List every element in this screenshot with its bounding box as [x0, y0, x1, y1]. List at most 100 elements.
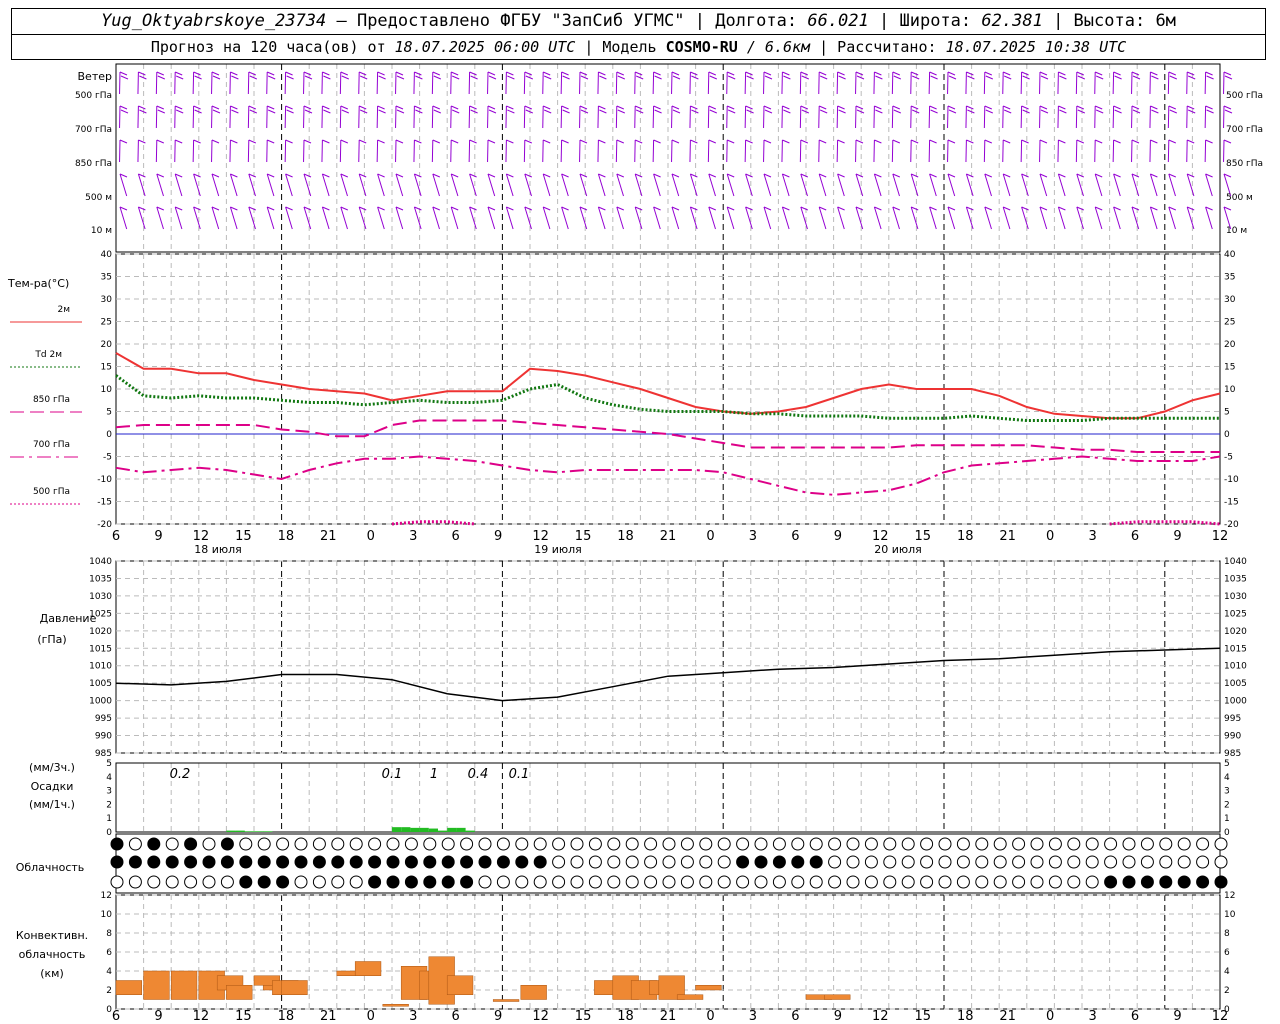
wind-barb-staff: [1039, 173, 1048, 197]
cloud-fill: [405, 856, 418, 868]
wind-barb-flag: [451, 139, 459, 144]
cloud-circle: [828, 837, 842, 851]
time-axis-label: 18: [957, 529, 974, 544]
wind-barb: [413, 71, 423, 95]
wind-barb: [1094, 173, 1103, 197]
cloud-circle: [956, 875, 970, 889]
wind-barb: [321, 139, 330, 163]
cloud-cover-symbol: [864, 875, 878, 889]
cloud-cover-symbol: [864, 855, 878, 869]
cloud-circle: [202, 875, 216, 889]
cloud-circle: [1214, 855, 1228, 869]
cloud-cover-symbol: [478, 855, 492, 869]
wind-barb: [468, 105, 478, 129]
time-axis-label-bottom: 15: [575, 1009, 592, 1024]
wind-barb: [1039, 173, 1048, 197]
precip-ytick: 0: [106, 828, 112, 838]
wind-barb-flag: [838, 75, 846, 80]
cloud-cover-symbol: [717, 855, 731, 869]
wind-barb-flag: [248, 139, 256, 144]
cloud-circle: [552, 837, 566, 851]
cloud-cover-symbol: [515, 837, 529, 851]
cloud-cover-symbol: [1104, 855, 1118, 869]
wind-barb-staff: [1113, 206, 1121, 230]
wind-barb: [505, 173, 514, 197]
cloud-circle: [975, 875, 989, 889]
wind-barb: [376, 139, 385, 163]
wind-barb: [211, 139, 220, 163]
time-axis-label: 6: [1131, 529, 1139, 544]
wind-barb: [891, 139, 900, 163]
time-axis-label-bottom: 6: [791, 1009, 799, 1024]
wind-barb-flag: [819, 71, 827, 76]
cloud-circle: [607, 875, 621, 889]
wind-barb-flag: [432, 139, 440, 144]
cloud-cover-symbol: [938, 875, 952, 889]
wind-barb-flag: [911, 139, 919, 144]
wind-barb-staff: [616, 173, 624, 197]
time-axis-label-bottom: 21: [660, 1009, 677, 1024]
precip-bar: [438, 830, 448, 832]
cloud-cover-symbol: [1048, 837, 1062, 851]
wind-barb: [266, 206, 275, 230]
wind-barb: [745, 206, 753, 230]
wind-barb-flag: [359, 105, 367, 110]
cloud-cover-symbol: [386, 855, 400, 869]
wind-barb: [248, 206, 256, 230]
pres-ytick-right: 1035: [1224, 574, 1247, 584]
wind-barb-flag: [268, 109, 276, 114]
wind-barb-flag: [120, 109, 129, 114]
wind-barb-flag: [285, 71, 293, 76]
cloud-circle: [883, 875, 897, 889]
pres-ytick: 1010: [89, 662, 112, 672]
wind-barb: [1131, 139, 1140, 163]
wind-barb: [1021, 206, 1029, 230]
wind-barb: [965, 206, 974, 230]
cloud-circle: [1122, 855, 1136, 869]
cloud-circle: [938, 855, 952, 869]
cloud-cover-symbol: [1030, 837, 1044, 851]
pres-ytick-right: 985: [1224, 749, 1241, 759]
cloud-cover-symbol: [312, 875, 326, 889]
time-axis-label: 0: [706, 529, 714, 544]
wind-barb: [891, 105, 901, 129]
wind-barb-flag: [1150, 139, 1158, 144]
cloud-cover-symbol: [1085, 837, 1099, 851]
cloud-cover-symbol: [993, 837, 1007, 851]
temp-ytick-right: 15: [1224, 363, 1235, 373]
wind-barb: [1094, 105, 1104, 129]
cloud-cover-symbol: [809, 837, 823, 851]
wind-barb-flag: [635, 105, 643, 110]
wind-barb: [1204, 71, 1214, 95]
wind-barb: [745, 173, 753, 197]
wind-barb: [799, 105, 809, 129]
cloud-circle: [294, 875, 308, 889]
cloud-cover-symbol: [515, 875, 529, 889]
wind-barb-flag: [139, 109, 147, 114]
wind-barb-flag: [985, 75, 993, 80]
cloud-circle: [202, 837, 216, 851]
wind-barb: [873, 71, 883, 95]
cloud-circle: [1104, 855, 1118, 869]
wind-barb-staff: [1002, 206, 1011, 230]
precip-bar: [419, 827, 429, 832]
wind-barb-staff: [229, 173, 238, 197]
pres-ytick-right: 1030: [1224, 592, 1247, 602]
cloud-circle: [662, 837, 676, 851]
cloud-cover-symbol: [239, 875, 253, 889]
wind-barb-flag: [303, 105, 312, 110]
wind-barb-flag: [1206, 75, 1214, 80]
cloud-cover-symbol: [349, 875, 363, 889]
cloud-cover-symbol: [1177, 855, 1191, 869]
wind-barb-flag: [249, 109, 257, 114]
wind-barb-flag: [579, 105, 588, 110]
wind-barb: [395, 206, 404, 230]
cloud-fill: [1123, 876, 1135, 888]
wind-barb-flag: [856, 75, 865, 80]
wind-barb: [781, 173, 790, 197]
cloud-fill: [258, 876, 271, 888]
wind-barb: [174, 173, 183, 197]
cloud-circle: [128, 837, 142, 851]
wind-barb-flag: [1150, 71, 1158, 76]
wind-barb: [671, 139, 680, 163]
